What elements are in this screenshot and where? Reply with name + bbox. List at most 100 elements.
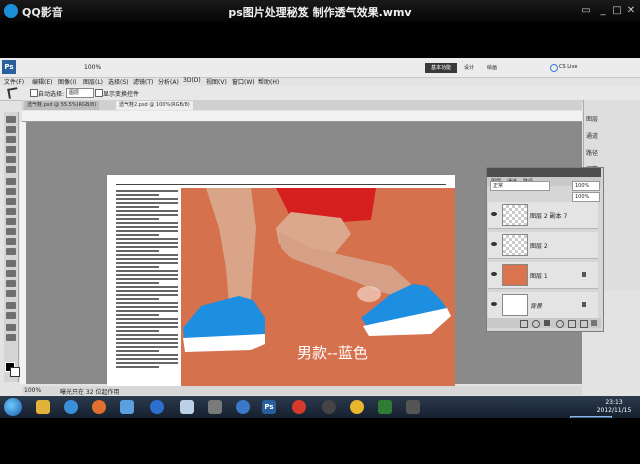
pen-tool[interactable]: [6, 260, 16, 267]
gradient-tool[interactable]: [6, 228, 16, 235]
ps-logo: Ps: [2, 60, 16, 74]
transform-controls-label: 显示变换控件: [103, 91, 140, 98]
eraser-tool[interactable]: [6, 218, 16, 225]
start-button[interactable]: [4, 398, 22, 416]
auto-select-checkbox[interactable]: [30, 89, 38, 97]
browser-taskbar-icon[interactable]: [150, 400, 164, 414]
player-file-title: ps图片处理秘笈 制作透气效果.wmv: [228, 6, 412, 19]
photoshop-taskbar-icon[interactable]: Ps: [262, 400, 276, 414]
visibility-eye-icon[interactable]: [491, 212, 497, 216]
minimize-icon[interactable]: ▭: [580, 5, 592, 17]
visibility-eye-icon[interactable]: [491, 272, 497, 276]
brush-tool[interactable]: [6, 188, 16, 195]
history-brush-tool[interactable]: [6, 208, 16, 215]
marquee-tool[interactable]: [6, 126, 16, 133]
status-zoom[interactable]: 100%: [24, 387, 41, 394]
layers-panel-header[interactable]: [487, 168, 601, 177]
menu-3d[interactable]: 3D(D): [183, 77, 201, 84]
add-mask-icon[interactable]: [544, 320, 550, 326]
move-tool-icon[interactable]: [7, 87, 19, 99]
hand-tool[interactable]: [6, 324, 16, 331]
quick-select-tool[interactable]: [6, 146, 16, 153]
layer-thumbnail: [502, 234, 528, 256]
adjustment-layer-icon[interactable]: [556, 320, 564, 328]
doc-tab-1[interactable]: 透气鞋.psd @ 55.5%(RGB/8): [24, 101, 100, 110]
display-taskbar-icon[interactable]: [208, 400, 222, 414]
weibo-taskbar-icon[interactable]: [292, 400, 306, 414]
3d-rotate-tool[interactable]: [6, 302, 16, 309]
media-taskbar-icon[interactable]: [322, 400, 336, 414]
firefox-taskbar-icon[interactable]: [92, 400, 106, 414]
document-taskbar-icon[interactable]: [180, 400, 194, 414]
app-taskbar-icon[interactable]: [120, 400, 134, 414]
menu-layer[interactable]: 图层(L): [83, 77, 103, 86]
new-layer-icon[interactable]: [580, 320, 588, 328]
workspace-design-button[interactable]: 设计: [464, 64, 474, 71]
menu-file[interactable]: 文件(F): [4, 77, 24, 86]
dodge-tool[interactable]: [6, 248, 16, 255]
page-rule-top: [116, 184, 446, 185]
background-color-swatch[interactable]: [10, 367, 20, 377]
move-tool[interactable]: [6, 116, 16, 123]
layer-style-icon[interactable]: [532, 320, 540, 328]
path-select-tool[interactable]: [6, 280, 16, 287]
dock-paths[interactable]: 路径: [586, 148, 598, 157]
lock-icon: [582, 272, 586, 277]
dock-layers[interactable]: 图层: [586, 114, 598, 123]
chrome-taskbar-icon[interactable]: [350, 400, 364, 414]
transform-controls-checkbox[interactable]: [95, 89, 103, 97]
zoom-dropdown[interactable]: 100%: [84, 64, 101, 71]
more-app-taskbar-icon[interactable]: [406, 400, 420, 414]
clock-time: 23:13: [605, 399, 623, 406]
layer-name: 图层 2 副本 7: [530, 213, 568, 220]
link-layers-icon[interactable]: [520, 320, 528, 328]
explorer-taskbar-icon[interactable]: [36, 400, 50, 414]
close-icon[interactable]: ✕: [625, 5, 637, 17]
menu-filter[interactable]: 滤镜(T): [133, 77, 153, 86]
player-taskbar-icon[interactable]: [236, 400, 250, 414]
menu-select[interactable]: 选择(S): [108, 77, 129, 86]
system-tray: [430, 403, 580, 411]
menu-edit[interactable]: 编辑(E): [32, 77, 52, 86]
ruler-horizontal: [22, 111, 582, 122]
clone-stamp-tool[interactable]: [6, 198, 16, 205]
shape-tool[interactable]: [6, 290, 16, 297]
workspace-essentials-button[interactable]: 基本功能: [425, 63, 457, 73]
menu-view[interactable]: 视图(V): [206, 77, 227, 86]
layer-name: 图层 1: [530, 273, 548, 280]
zoom-tool[interactable]: [6, 334, 16, 341]
type-tool[interactable]: [6, 270, 16, 277]
green-app-taskbar-icon[interactable]: [378, 400, 392, 414]
lock-icon: [582, 302, 586, 307]
auto-select-dropdown[interactable]: 图层: [66, 88, 94, 98]
3d-camera-tool[interactable]: [6, 312, 16, 319]
eyedropper-tool[interactable]: [6, 166, 16, 173]
workspace-painting-button[interactable]: 绘画: [487, 64, 497, 71]
restore-icon[interactable]: _: [597, 5, 609, 17]
menu-window[interactable]: 窗口(W): [232, 77, 255, 86]
menu-help[interactable]: 帮助(H): [258, 77, 279, 86]
opacity-field[interactable]: 100%: [572, 181, 600, 191]
visibility-eye-icon[interactable]: [491, 302, 497, 306]
document-tab-bar: [22, 100, 582, 110]
new-group-icon[interactable]: [568, 320, 576, 328]
photo-caption: 男款--蓝色: [297, 344, 368, 362]
fill-field[interactable]: 100%: [572, 192, 600, 202]
auto-select-label: 自动选择:: [38, 91, 65, 98]
dock-channels[interactable]: 通道: [586, 131, 598, 140]
visibility-eye-icon[interactable]: [491, 242, 497, 246]
blur-tool[interactable]: [6, 238, 16, 245]
lasso-tool[interactable]: [6, 136, 16, 143]
menu-analysis[interactable]: 分析(A): [158, 77, 179, 86]
cs-live-button[interactable]: CS Live: [559, 64, 577, 70]
menu-image[interactable]: 图像(I): [58, 77, 76, 86]
delete-layer-icon[interactable]: [591, 320, 597, 326]
tray-clock[interactable]: 23:13 2012/11/15: [592, 399, 636, 415]
healing-brush-tool[interactable]: [6, 178, 16, 185]
newspaper-column: [116, 190, 178, 386]
crop-tool[interactable]: [6, 156, 16, 163]
maximize-icon[interactable]: □: [611, 5, 623, 17]
doc-tab-2[interactable]: 透气鞋2.psd @ 100%(RGB/8): [116, 101, 193, 110]
blend-mode-select[interactable]: 正常: [490, 181, 550, 191]
ie-taskbar-icon[interactable]: [64, 400, 78, 414]
